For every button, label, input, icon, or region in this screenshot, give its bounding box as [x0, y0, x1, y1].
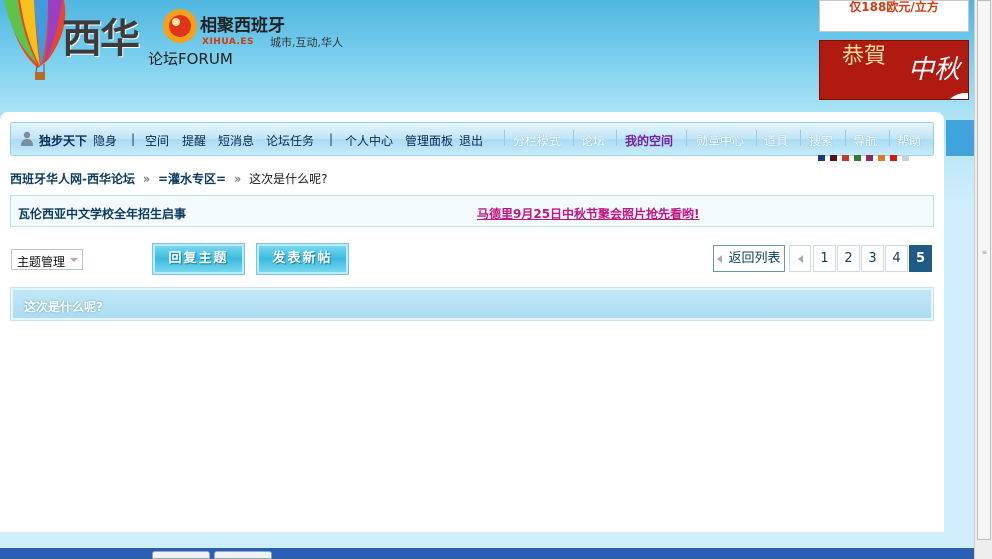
theme-swatches	[818, 155, 914, 161]
page-link-current[interactable]: 5	[909, 245, 932, 272]
logo-text: 西华	[62, 15, 140, 62]
announcement-bar: 瓦伦西亚中文学校全年招生启事 马德里9月25日中秋节聚会照片抢先看哟!	[10, 195, 934, 227]
new-post-button[interactable]: 发表新帖	[256, 243, 349, 275]
theme-swatch[interactable]	[830, 155, 837, 161]
page-link-3[interactable]: 3	[861, 245, 884, 272]
nav-link-guide[interactable]: 导航	[853, 132, 877, 149]
theme-swatch[interactable]	[842, 155, 849, 161]
topic-manage-label: 主题管理	[17, 255, 66, 269]
nav-invisible[interactable]: 隐身	[93, 132, 117, 149]
content-panel: 独步天下 隐身 | 空间 提醒 短消息 论坛任务 | 个人中心 管理面板 退出 …	[0, 112, 944, 532]
topic-title-bar: 这次是什么呢?	[10, 287, 934, 321]
logo-forum: 论坛FORUM	[148, 50, 233, 68]
back-to-list-label: 返回列表	[728, 251, 781, 266]
penguin-icon	[946, 93, 968, 99]
user-nav-bar: 独步天下 隐身 | 空间 提醒 短消息 论坛任务 | 个人中心 管理面板 退出 …	[10, 122, 934, 156]
ad-banner-text: 仅188欧元/立方	[849, 0, 939, 14]
page-link-2[interactable]: 2	[837, 245, 860, 272]
nav-link-messages[interactable]: 短消息	[218, 132, 254, 149]
decor-strip	[946, 120, 974, 156]
nav-divider	[573, 130, 574, 146]
grip-icon: ≡	[982, 249, 988, 256]
vertical-scrollbar[interactable]: ≡	[974, 0, 992, 559]
theme-swatch[interactable]	[854, 155, 861, 161]
sun-logo-icon	[163, 9, 197, 43]
user-icon	[21, 131, 33, 146]
ad-banner-top[interactable]: 仅188欧元/立方	[819, 0, 969, 32]
nav-divider	[616, 130, 617, 146]
nav-divider	[889, 130, 890, 146]
ad-card-right-text: 中秋	[908, 55, 961, 85]
theme-swatch[interactable]	[890, 155, 897, 161]
nav-link-profile[interactable]: 个人中心	[345, 132, 393, 149]
chevron-down-icon	[70, 258, 78, 262]
back-to-list-button[interactable]: 返回列表	[713, 245, 785, 272]
nav-divider	[845, 130, 846, 146]
breadcrumb-forum[interactable]: =灌水专区=	[158, 172, 226, 186]
nav-divider	[686, 130, 687, 146]
prev-page-button[interactable]	[789, 245, 811, 272]
theme-swatch[interactable]	[878, 155, 885, 161]
taskbar-button[interactable]	[152, 551, 210, 559]
nav-link-admin[interactable]: 管理面板	[405, 132, 453, 149]
topic-title: 这次是什么呢?	[24, 300, 103, 314]
arrow-left-icon	[717, 254, 723, 263]
theme-swatch[interactable]	[866, 155, 873, 161]
nav-link-tools[interactable]: 道具	[764, 132, 788, 149]
nav-divider	[756, 130, 757, 146]
new-post-label: 发表新帖	[272, 251, 333, 266]
nav-link-search[interactable]: 搜索	[809, 132, 833, 149]
logo-domain: XIHUA.ES	[202, 37, 255, 47]
logo-subtitle: 城市,互动,华人	[270, 36, 343, 49]
announcement-right[interactable]: 马德里9月25日中秋节聚会照片抢先看哟!	[477, 205, 700, 222]
breadcrumb-sep: »	[142, 172, 151, 186]
breadcrumb-sep: »	[233, 172, 242, 186]
topic-manage-dropdown[interactable]: 主题管理	[11, 249, 83, 270]
ad-banner-mooncake[interactable]: 恭賀 中秋	[819, 40, 969, 100]
logo-slogan: 相聚西班牙	[200, 16, 285, 36]
page-link-1[interactable]: 1	[813, 245, 836, 272]
nav-link-logout[interactable]: 退出	[459, 132, 483, 149]
reply-topic-label: 回复主题	[168, 251, 229, 266]
nav-separator: |	[131, 132, 136, 146]
nav-link-columns[interactable]: 分栏模式	[513, 132, 561, 149]
nav-link-help[interactable]: 帮助	[897, 132, 921, 149]
nav-link-myspace[interactable]: 我的空间	[625, 132, 673, 149]
nav-link-reminder[interactable]: 提醒	[182, 132, 206, 149]
nav-separator: |	[329, 132, 334, 146]
ad-card-left-text: 恭賀	[842, 44, 887, 69]
scrollbar-thumb[interactable]: ≡	[977, 0, 991, 540]
site-header: 西华 相聚西班牙 XIHUA.ES 城市,互动,华人 论坛FORUM 仅188欧…	[0, 0, 992, 112]
announcement-left[interactable]: 瓦伦西亚中文学校全年招生启事	[18, 205, 186, 222]
page-link-4[interactable]: 4	[885, 245, 908, 272]
nav-divider	[800, 130, 801, 146]
os-taskbar	[0, 548, 974, 559]
breadcrumb-topic: 这次是什么呢?	[249, 172, 328, 186]
breadcrumb-home[interactable]: 西班牙华人网-西华论坛	[10, 172, 135, 186]
theme-swatch[interactable]	[818, 155, 825, 161]
nav-divider	[504, 130, 505, 146]
taskbar-button[interactable]	[214, 551, 272, 559]
theme-swatch[interactable]	[902, 155, 909, 161]
arrow-left-icon	[797, 254, 803, 263]
nav-link-tasks[interactable]: 论坛任务	[266, 132, 314, 149]
nav-username[interactable]: 独步天下	[39, 132, 87, 149]
nav-link-medals[interactable]: 勋章中心	[696, 132, 744, 149]
nav-link-space[interactable]: 空间	[145, 132, 169, 149]
breadcrumb: 西班牙华人网-西华论坛 » =灌水专区= » 这次是什么呢?	[10, 170, 327, 187]
nav-link-forum[interactable]: 论坛	[581, 132, 605, 149]
reply-topic-button[interactable]: 回复主题	[152, 243, 245, 275]
